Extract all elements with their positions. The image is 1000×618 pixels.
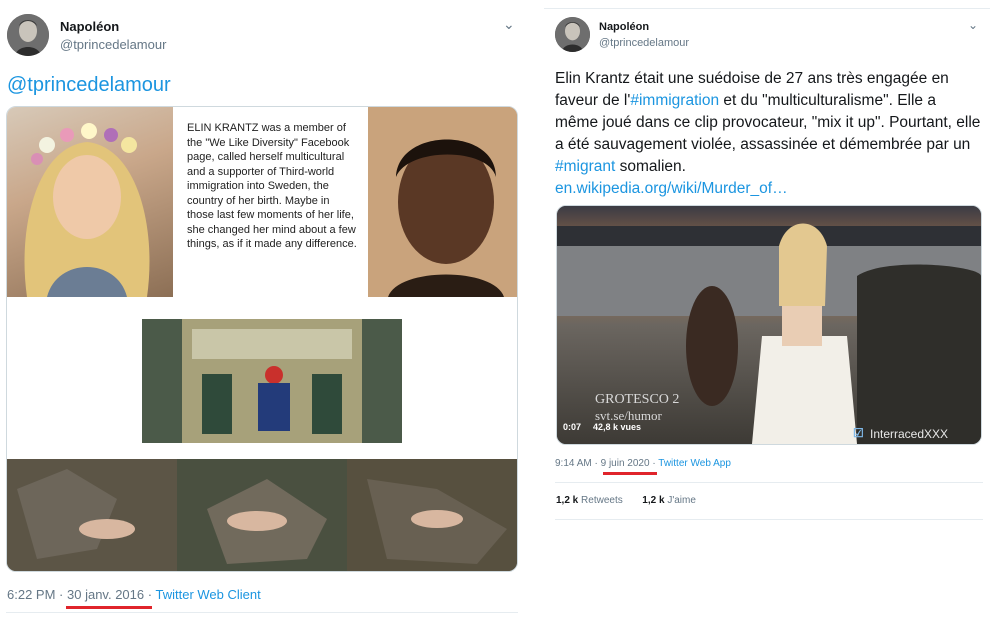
right-divider-1	[555, 482, 983, 483]
napoleon-portrait-icon	[555, 17, 590, 52]
video-watermark-icon: ☑	[853, 426, 864, 440]
man-photo	[368, 107, 517, 297]
left-mention-link[interactable]: @tprincedelamour	[7, 74, 171, 97]
retweets-label: Retweets	[581, 495, 623, 506]
right-author-handle[interactable]: @tprincedelamour	[599, 37, 689, 49]
left-author-name[interactable]: Napoléon	[60, 19, 119, 34]
tweet-text-part-3: somalien.	[615, 158, 686, 175]
left-media-collage[interactable]: ELIN KRANTZ was a member of the "We Like…	[6, 106, 518, 572]
right-separator-2: ·	[652, 458, 656, 469]
left-timestamp-row: 6:22 PM · 30 janv. 2016 · Twitter Web Cl…	[7, 587, 261, 602]
left-client-link[interactable]: Twitter Web Client	[155, 587, 260, 602]
collage-caption: ELIN KRANTZ was a member of the "We Like…	[187, 122, 357, 250]
right-divider-2	[555, 519, 983, 520]
video-views: 42,8 k vues	[593, 422, 642, 432]
tram-cctv-icon	[142, 319, 402, 443]
likes-count: 1,2 k	[642, 495, 665, 506]
bottom-photo-strip	[7, 459, 517, 571]
tram-cctv-photo	[142, 319, 402, 443]
left-date-underline	[66, 606, 152, 609]
left-author-handle[interactable]: @tprincedelamour	[60, 37, 166, 52]
right-separator: ·	[594, 458, 598, 469]
right-tweet-text: Elin Krantz était une suédoise de 27 ans…	[555, 68, 983, 200]
right-top-divider	[544, 8, 990, 9]
hashtag-immigration[interactable]: #immigration	[630, 92, 719, 109]
right-author-name[interactable]: Napoléon	[599, 21, 649, 33]
retweets-count: 1,2 k	[556, 495, 579, 506]
left-chevron-down-icon[interactable]: ⌄	[503, 16, 515, 33]
left-divider	[6, 612, 518, 613]
left-separator: ·	[59, 587, 64, 602]
video-watermark: InterracedXXX	[870, 427, 949, 441]
right-author-avatar[interactable]	[555, 17, 590, 52]
right-video-player[interactable]: GROTESCO 2 svt.se/humor 0:07 42,8 k vues…	[556, 205, 982, 445]
man-photo-icon	[368, 107, 517, 297]
right-date[interactable]: 9 juin 2020	[601, 458, 650, 469]
left-time[interactable]: 6:22 PM	[7, 587, 55, 602]
hashtag-migrant[interactable]: #migrant	[555, 158, 615, 175]
rocks-photo-icon	[7, 459, 517, 571]
left-separator-2: ·	[147, 587, 153, 602]
video-duration: 0:07	[563, 422, 582, 432]
right-client-link[interactable]: Twitter Web App	[658, 458, 731, 469]
right-timestamp-row: 9:14 AM · 9 juin 2020 · Twitter Web App	[555, 458, 731, 469]
video-overlay-title: GROTESCO 2	[595, 392, 680, 407]
left-author-avatar[interactable]	[7, 14, 49, 56]
right-time[interactable]: 9:14 AM	[555, 458, 592, 469]
retweets-stat[interactable]: 1,2 k Retweets	[556, 495, 626, 506]
napoleon-portrait-icon	[7, 14, 49, 56]
right-chevron-down-icon[interactable]: ⌄	[968, 18, 978, 32]
woman-photo-icon	[24, 123, 150, 297]
wikipedia-link[interactable]: en.wikipedia.org/wiki/Murder_of…	[555, 180, 788, 197]
right-date-underline	[603, 472, 657, 475]
likes-stat[interactable]: 1,2 k J'aime	[642, 495, 696, 506]
right-stats-row: 1,2 k Retweets 1,2 k J'aime	[556, 495, 696, 506]
woman-photo	[7, 107, 173, 297]
likes-label: J'aime	[667, 495, 696, 506]
left-date[interactable]: 30 janv. 2016	[67, 587, 144, 602]
